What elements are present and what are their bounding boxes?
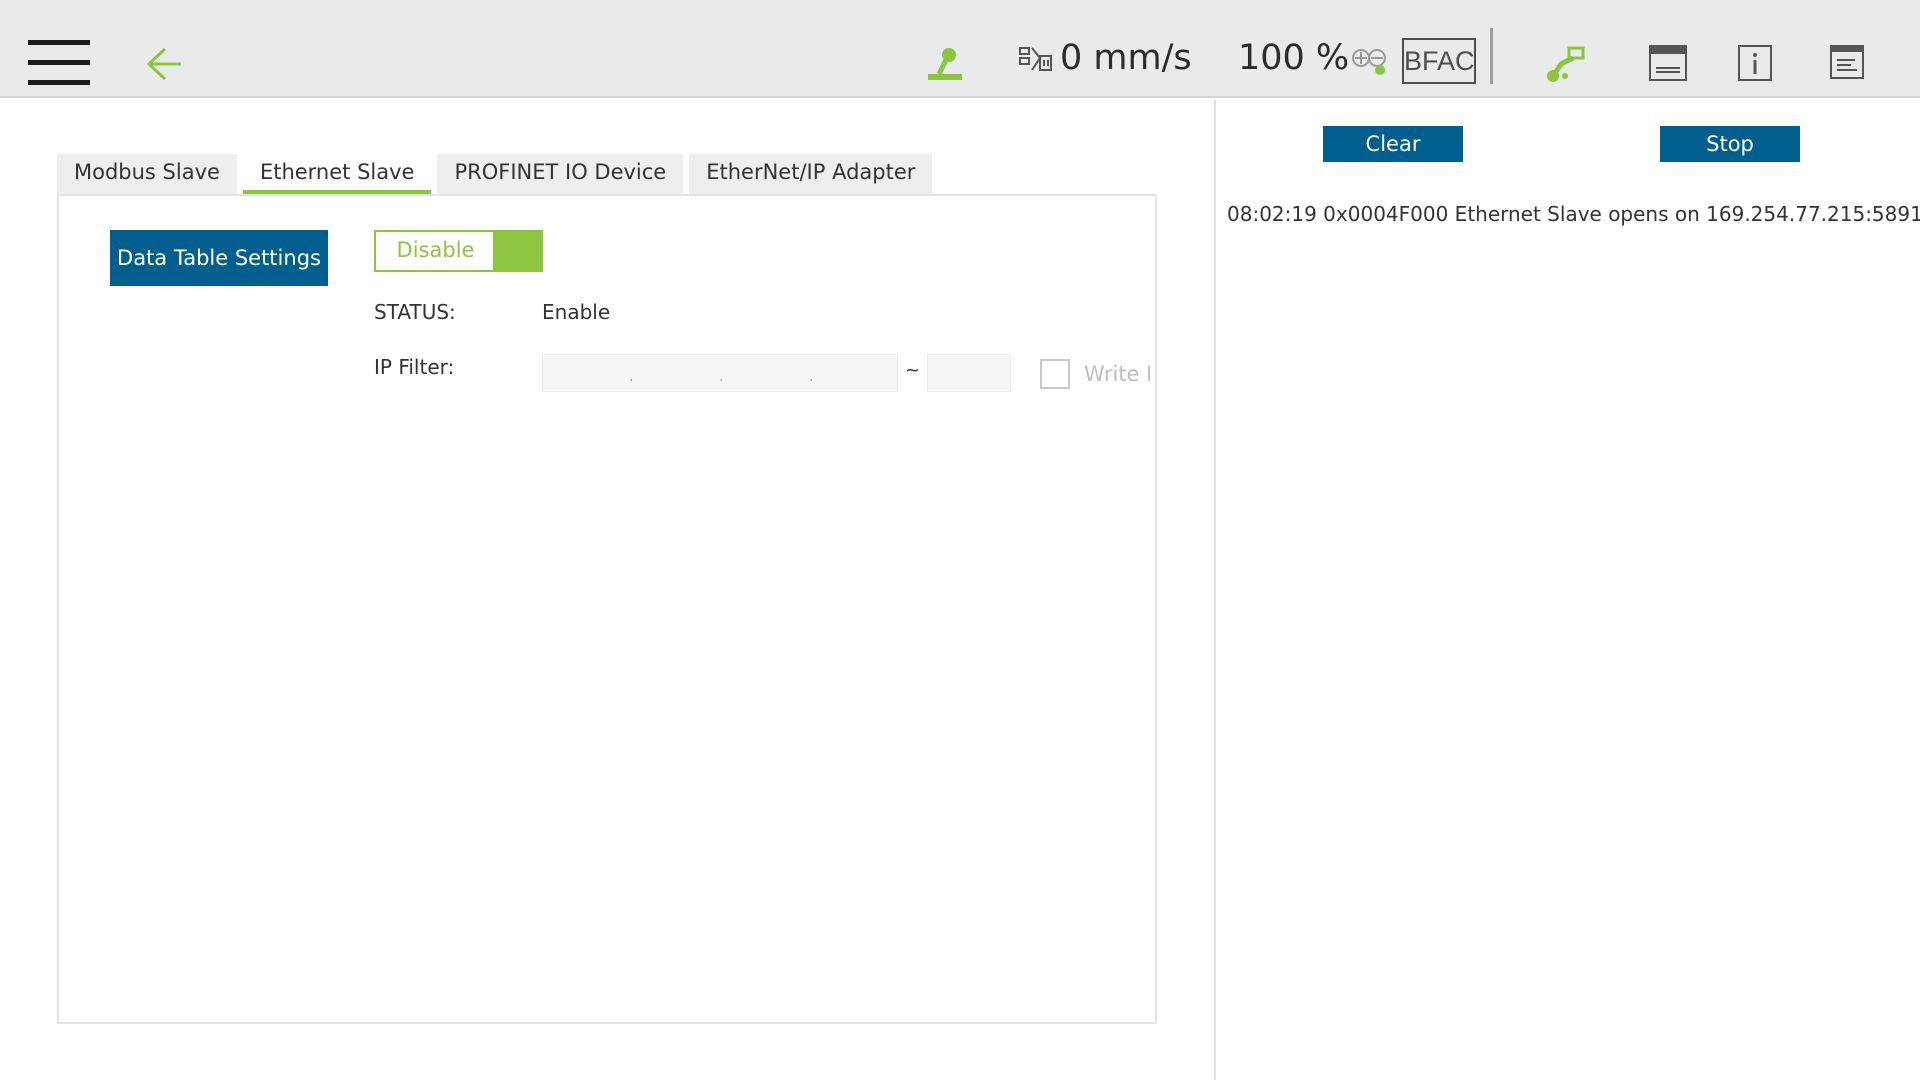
eoat-icon[interactable] [1351, 46, 1389, 78]
toolbar-divider [1490, 28, 1493, 84]
top-bar: 0 mm/s 100 % BFAC [0, 0, 1920, 98]
ip-filter-start-input[interactable]: . . . [542, 354, 898, 392]
status-label: STATUS: [374, 300, 456, 324]
write-label-clip: Write I [1084, 356, 1150, 392]
speed-percent[interactable]: 100 % [1238, 38, 1349, 78]
menu-icon[interactable] [28, 40, 90, 86]
ip-range-separator: ~ [905, 360, 921, 381]
panel-divider [1214, 100, 1216, 1080]
keyboard-icon[interactable] [1648, 44, 1688, 82]
ip-filter-label: IP Filter: [374, 355, 455, 379]
toggle-knob [493, 232, 541, 270]
speed-readout: 0 mm/s [1060, 38, 1192, 78]
stop-button[interactable]: Stop [1660, 126, 1800, 162]
data-table-settings-button[interactable]: Data Table Settings [110, 230, 328, 286]
robot-pose-icon[interactable] [1543, 42, 1587, 84]
status-value: Enable [542, 300, 611, 324]
ip-filter-end-input[interactable] [927, 354, 1011, 392]
log-icon[interactable] [1829, 44, 1865, 80]
tab-modbus-slave[interactable]: Modbus Slave [57, 154, 237, 194]
write-label: Write I [1084, 362, 1150, 386]
robot-arm-icon[interactable] [925, 44, 967, 82]
toggle-label: Disable [396, 238, 475, 262]
enable-toggle[interactable]: Disable [374, 230, 543, 272]
tab-ethernet-ip-adapter[interactable]: EtherNet/IP Adapter [689, 154, 933, 194]
clear-button[interactable]: Clear [1323, 126, 1463, 162]
back-arrow-icon[interactable] [143, 43, 185, 85]
info-icon[interactable] [1737, 44, 1773, 82]
write-checkbox[interactable] [1040, 359, 1070, 389]
mode-badge: BFAC [1402, 38, 1476, 84]
tab-profinet-io-device[interactable]: PROFINET IO Device [437, 154, 684, 194]
protocol-tabs: Modbus Slave Ethernet Slave PROFINET IO … [57, 154, 933, 194]
tab-ethernet-slave[interactable]: Ethernet Slave [242, 154, 432, 194]
log-entry: 08:02:19 0x0004F000 Ethernet Slave opens… [1227, 202, 1920, 226]
speed-icon [1019, 47, 1052, 71]
